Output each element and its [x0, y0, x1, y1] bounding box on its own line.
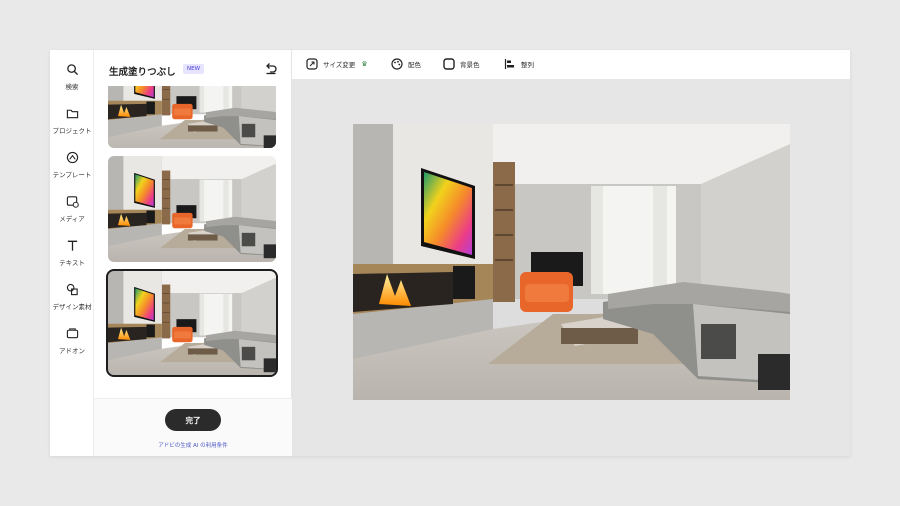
sidebar-item-label: テンプレート [52, 171, 92, 179]
variation-thumbnail-3[interactable] [106, 269, 278, 377]
resize-button[interactable]: サイズ変更 ♛ [306, 58, 368, 70]
background-color-button[interactable]: 背景色 [443, 58, 480, 70]
sidebar-item-templates[interactable]: テンプレート [50, 151, 94, 179]
variation-thumbnail-1[interactable] [108, 86, 276, 148]
toolbar-label: 配色 [408, 61, 421, 69]
panel-title: 生成塗りつぶし [109, 67, 176, 78]
palette-icon [391, 58, 403, 70]
sidebar-item-media[interactable]: メディア [50, 195, 94, 223]
sidebar-item-label: デザイン素材 [52, 303, 92, 311]
sidebar-item-label: アドオン [59, 347, 85, 355]
canvas-area [292, 80, 850, 456]
variation-thumbnail-2[interactable] [108, 156, 276, 262]
new-badge: NEW [183, 64, 205, 74]
sidebar-item-text[interactable]: テキスト [50, 239, 94, 267]
text-icon [67, 240, 77, 251]
panel-footer: 完了 アドビの生成 AI の利用条件 [94, 398, 292, 456]
sidebar-item-design-assets[interactable]: デザイン素材 [50, 283, 94, 311]
folder-icon [66, 109, 78, 119]
sidebar-item-projects[interactable]: プロジェクト [50, 107, 94, 135]
sidebar-item-label: 検索 [65, 83, 79, 91]
sidebar-item-label: テキスト [59, 259, 85, 267]
generative-fill-panel: 生成塗りつぶし NEW 完了 アドビの生成 AI の利用条件 [94, 50, 292, 456]
color-scheme-button[interactable]: 配色 [391, 58, 421, 70]
sidebar-item-label: メディア [59, 215, 85, 223]
living-room-image [353, 124, 790, 400]
toolbar-label: サイズ変更 [323, 61, 356, 69]
toolbar-label: 整列 [521, 61, 534, 69]
add-ons-icon [66, 328, 78, 339]
crown-icon: ♛ [361, 60, 368, 68]
background-color-icon [443, 58, 455, 70]
toolbar-label: 背景色 [460, 61, 480, 69]
left-rail: 検索 プロジェクト テンプレート メディア テキスト デザイン素材 アドオン [50, 50, 94, 456]
canvas-image[interactable] [353, 124, 790, 400]
search-icon [66, 64, 78, 76]
sidebar-item-add-ons[interactable]: アドオン [50, 327, 94, 355]
align-button[interactable]: 整列 [504, 58, 534, 70]
terms-link[interactable]: アドビの生成 AI の利用条件 [94, 441, 292, 449]
variation-list [94, 86, 292, 398]
undo-icon[interactable] [264, 61, 278, 75]
top-toolbar: サイズ変更 ♛ 配色 背景色 整列 [292, 50, 850, 80]
resize-icon [306, 58, 318, 70]
app-window: 検索 プロジェクト テンプレート メディア テキスト デザイン素材 アドオン 生… [50, 50, 850, 456]
media-icon [66, 196, 79, 208]
template-icon [66, 151, 78, 164]
design-assets-icon [66, 283, 78, 296]
align-icon [504, 59, 514, 69]
done-button[interactable]: 完了 [165, 409, 221, 431]
sidebar-item-label: プロジェクト [52, 127, 92, 135]
sidebar-item-search[interactable]: 検索 [50, 63, 94, 91]
